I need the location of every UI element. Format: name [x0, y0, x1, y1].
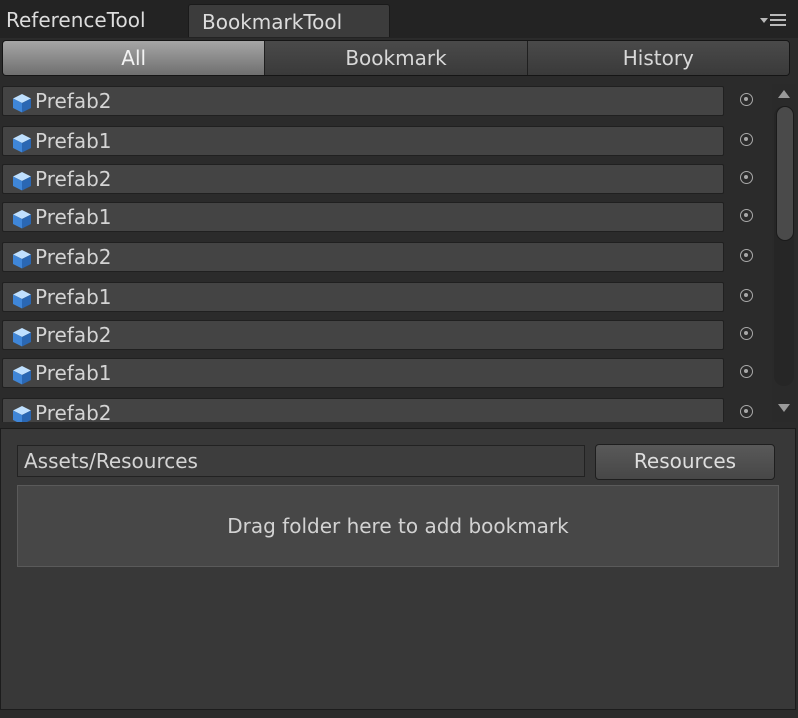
- list-item-label: Prefab2: [35, 401, 112, 422]
- list-item-label: Prefab2: [35, 323, 112, 347]
- tab-strip: ReferenceTool BookmarkTool: [0, 0, 798, 38]
- list-item-label: Prefab1: [35, 285, 112, 309]
- list-item-label: Prefab1: [35, 205, 112, 229]
- list-scrollbar[interactable]: [772, 84, 796, 422]
- bookmark-tool-window: ReferenceTool BookmarkTool All Bookmark …: [0, 0, 798, 718]
- object-field[interactable]: Prefab2: [2, 398, 724, 422]
- list-item-label: Prefab2: [35, 89, 112, 113]
- list-item: Prefab1: [2, 124, 770, 160]
- list-item: Prefab1: [2, 280, 770, 316]
- object-field[interactable]: Prefab1: [2, 126, 724, 156]
- object-field[interactable]: Prefab2: [2, 164, 724, 194]
- list-item: Prefab2: [2, 240, 770, 276]
- list-item: Prefab2: [2, 162, 770, 198]
- object-field[interactable]: Prefab2: [2, 242, 724, 272]
- object-picker-icon[interactable]: [740, 365, 753, 378]
- object-picker-icon[interactable]: [740, 209, 753, 222]
- mode-all-button[interactable]: All: [3, 41, 266, 75]
- list-item: Prefab2: [2, 318, 770, 354]
- object-picker-icon[interactable]: [740, 289, 753, 302]
- object-picker-icon[interactable]: [740, 249, 753, 262]
- list-item: Prefab2: [2, 84, 770, 120]
- list-item: Prefab2: [2, 396, 770, 422]
- prefab-cube-icon: [13, 366, 31, 385]
- scrollbar-track[interactable]: [774, 106, 794, 386]
- mode-history-button[interactable]: History: [527, 41, 789, 75]
- resources-button[interactable]: Resources: [595, 444, 775, 480]
- bookmark-panel: Assets/Resources Resources Drag folder h…: [0, 428, 796, 710]
- object-picker-icon[interactable]: [740, 133, 753, 146]
- object-field[interactable]: Prefab1: [2, 282, 724, 312]
- scroll-up-arrow-icon[interactable]: [778, 90, 790, 98]
- list-item: Prefab1: [2, 356, 770, 392]
- tab-bookmark-tool[interactable]: BookmarkTool: [188, 4, 390, 37]
- list-item-label: Prefab1: [35, 361, 112, 385]
- prefab-cube-icon: [13, 94, 31, 113]
- object-field[interactable]: Prefab1: [2, 202, 724, 232]
- bookmark-drop-zone[interactable]: Drag folder here to add bookmark: [17, 485, 779, 567]
- object-field[interactable]: Prefab2: [2, 320, 724, 350]
- list-item: Prefab1: [2, 200, 770, 236]
- list-item-label: Prefab2: [35, 167, 112, 191]
- list-item-label: Prefab2: [35, 245, 112, 269]
- window-menu-icon[interactable]: [760, 12, 788, 28]
- object-picker-icon[interactable]: [740, 327, 753, 340]
- tab-reference-tool[interactable]: ReferenceTool: [6, 3, 146, 38]
- prefab-cube-icon: [13, 406, 31, 422]
- mode-toolbar: All Bookmark History: [2, 40, 790, 76]
- prefab-cube-icon: [13, 134, 31, 153]
- scroll-down-arrow-icon[interactable]: [778, 404, 790, 412]
- object-picker-icon[interactable]: [740, 405, 753, 418]
- asset-list: Prefab2 Prefab1 Prefab2 Prefab1 Prefab2 …: [0, 84, 770, 422]
- object-field[interactable]: Prefab1: [2, 358, 724, 388]
- prefab-cube-icon: [13, 172, 31, 191]
- object-picker-icon[interactable]: [740, 93, 753, 106]
- prefab-cube-icon: [13, 328, 31, 347]
- mode-bookmark-button[interactable]: Bookmark: [265, 41, 528, 75]
- list-item-label: Prefab1: [35, 129, 112, 153]
- object-picker-icon[interactable]: [740, 171, 753, 184]
- prefab-cube-icon: [13, 290, 31, 309]
- prefab-cube-icon: [13, 210, 31, 229]
- object-field[interactable]: Prefab2: [2, 86, 724, 116]
- prefab-cube-icon: [13, 250, 31, 269]
- scrollbar-thumb[interactable]: [776, 106, 794, 241]
- bookmark-path-input[interactable]: Assets/Resources: [17, 445, 585, 477]
